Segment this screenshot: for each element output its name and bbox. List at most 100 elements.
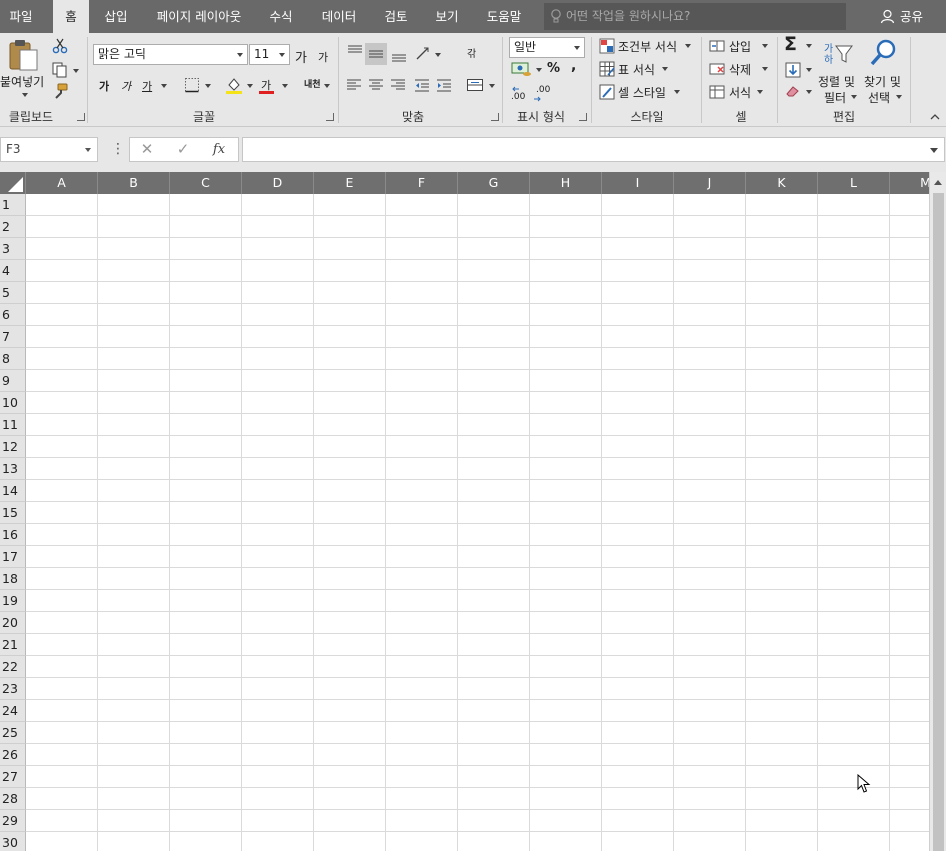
percent-style-button[interactable]: % (547, 61, 560, 76)
number-launcher-icon[interactable] (579, 113, 587, 121)
sort-filter-dropdown-icon[interactable] (851, 95, 857, 99)
comma-style-button[interactable]: , (571, 58, 576, 74)
sort-filter-label-2[interactable]: 필터 (824, 89, 846, 106)
format-as-table-dropdown-icon[interactable] (662, 67, 668, 71)
row-header[interactable]: 3 (0, 238, 26, 260)
format-cells-label[interactable]: 서식 (729, 84, 751, 101)
cell-styles-dropdown-icon[interactable] (674, 90, 680, 94)
decrease-indent-icon[interactable] (413, 77, 431, 93)
insert-function-icon[interactable]: fx (204, 138, 234, 161)
share-button[interactable]: 공유 (880, 0, 923, 33)
currency-dropdown-icon[interactable] (536, 68, 542, 72)
row-header[interactable]: 21 (0, 634, 26, 656)
font-size-combo[interactable]: 11 (249, 44, 290, 65)
insert-cells-icon[interactable] (709, 38, 725, 54)
align-left-icon[interactable] (345, 77, 363, 93)
column-header[interactable]: B (98, 172, 170, 194)
font-launcher-icon[interactable] (326, 113, 334, 121)
row-header[interactable]: 15 (0, 502, 26, 524)
italic-button[interactable]: 가 (121, 78, 131, 94)
clear-dropdown-icon[interactable] (806, 90, 812, 94)
clipboard-launcher-icon[interactable] (77, 113, 85, 121)
merge-center-icon[interactable] (466, 77, 484, 93)
delete-cells-icon[interactable] (709, 61, 725, 77)
decrease-decimal-button[interactable]: .00 (533, 85, 551, 103)
name-box[interactable]: F3 (0, 137, 98, 162)
copy-dropdown-icon[interactable] (73, 69, 79, 73)
tab-insert[interactable]: 삽입 (97, 0, 135, 33)
column-header[interactable]: H (530, 172, 602, 194)
row-header[interactable]: 29 (0, 810, 26, 832)
row-header[interactable]: 28 (0, 788, 26, 810)
row-header[interactable]: 20 (0, 612, 26, 634)
column-header[interactable]: K (746, 172, 818, 194)
row-header[interactable]: 23 (0, 678, 26, 700)
tab-home[interactable]: 홈 (53, 0, 89, 33)
sort-filter-icon[interactable]: 가 하 (822, 40, 854, 66)
row-header[interactable]: 25 (0, 722, 26, 744)
row-header[interactable]: 19 (0, 590, 26, 612)
expand-formula-bar-icon[interactable] (930, 148, 938, 153)
autosum-icon[interactable]: Σ (784, 33, 797, 55)
borders-dropdown-icon[interactable] (205, 84, 211, 88)
row-header[interactable]: 18 (0, 568, 26, 590)
format-painter-icon[interactable] (52, 83, 68, 99)
increase-decimal-button[interactable]: .00 (511, 85, 529, 103)
sort-filter-label-1[interactable]: 정렬 및 (818, 73, 855, 90)
cell-styles-label[interactable]: 셀 스타일 (618, 84, 666, 101)
row-header[interactable]: 5 (0, 282, 26, 304)
column-header[interactable]: J (674, 172, 746, 194)
format-cells-icon[interactable] (709, 84, 725, 100)
cell-styles-icon[interactable] (599, 84, 615, 100)
find-select-label-1[interactable]: 찾기 및 (864, 73, 901, 90)
row-header[interactable]: 6 (0, 304, 26, 326)
row-header[interactable]: 14 (0, 480, 26, 502)
clear-icon[interactable] (785, 84, 801, 98)
row-header[interactable]: 26 (0, 744, 26, 766)
row-header[interactable]: 17 (0, 546, 26, 568)
select-all-button[interactable] (0, 172, 26, 194)
fill-color-dropdown-icon[interactable] (247, 84, 253, 88)
row-header[interactable]: 12 (0, 436, 26, 458)
number-format-combo[interactable]: 일반 (509, 37, 585, 58)
column-header[interactable]: A (26, 172, 98, 194)
tab-file[interactable]: 파일 (0, 0, 42, 33)
row-header[interactable]: 22 (0, 656, 26, 678)
bold-button[interactable]: 가 (99, 78, 109, 94)
shrink-font-button[interactable]: 가 (318, 49, 328, 65)
tab-data[interactable]: 데이터 (314, 0, 364, 33)
row-header[interactable]: 9 (0, 370, 26, 392)
grow-font-button[interactable]: 가 (295, 47, 307, 66)
row-header[interactable]: 7 (0, 326, 26, 348)
row-header[interactable]: 24 (0, 700, 26, 722)
row-header[interactable]: 4 (0, 260, 26, 282)
find-select-icon[interactable] (869, 38, 899, 68)
row-header[interactable]: 1 (0, 194, 26, 216)
fill-icon[interactable] (785, 62, 801, 78)
copy-icon[interactable] (52, 62, 68, 78)
column-header[interactable]: E (314, 172, 386, 194)
borders-icon[interactable] (184, 77, 200, 93)
row-header[interactable]: 30 (0, 832, 26, 851)
column-header[interactable]: L (818, 172, 890, 194)
phonetic-dropdown-icon[interactable] (324, 84, 330, 88)
align-bottom-icon[interactable] (389, 44, 409, 64)
increase-indent-icon[interactable] (435, 77, 453, 93)
formula-input[interactable] (242, 137, 945, 162)
enter-icon[interactable]: ✓ (168, 138, 198, 161)
find-select-dropdown-icon[interactable] (896, 95, 902, 99)
font-name-combo[interactable]: 맑은 고딕 (93, 44, 248, 65)
find-select-label-2[interactable]: 선택 (868, 89, 890, 106)
conditional-formatting-label[interactable]: 조건부 서식 (618, 38, 677, 55)
worksheet-grid[interactable]: A B C D E F G H I J K L M 1 2 3 4 5 6 7 8 9 10 11 12 13 14 15 16 17 18… (0, 172, 946, 851)
paste-dropdown-icon[interactable] (22, 93, 28, 97)
conditional-formatting-icon[interactable] (599, 38, 615, 54)
cancel-icon[interactable]: ✕ (132, 138, 162, 161)
row-header[interactable]: 8 (0, 348, 26, 370)
vertical-scrollbar[interactable] (929, 172, 946, 851)
row-header[interactable]: 10 (0, 392, 26, 414)
fill-color-icon[interactable] (225, 76, 243, 94)
fill-dropdown-icon[interactable] (806, 68, 812, 72)
underline-dropdown-icon[interactable] (161, 84, 167, 88)
collapse-ribbon-icon[interactable] (930, 113, 940, 121)
